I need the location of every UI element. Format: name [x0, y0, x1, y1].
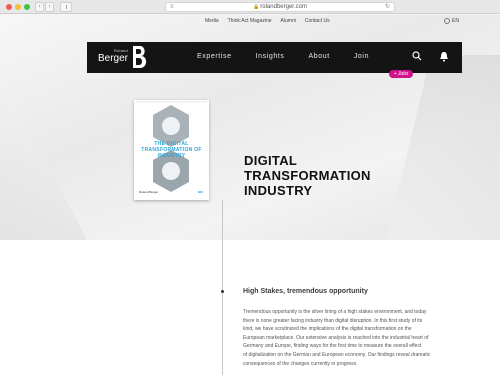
utility-link-contact[interactable]: Contact Us	[305, 18, 330, 24]
nav-insights[interactable]: Insights	[256, 53, 285, 60]
language-label: EN	[452, 18, 459, 24]
address-bar[interactable]: ≡ 🔒rolandberger.com ↻	[165, 2, 395, 12]
utility-link-media[interactable]: Media	[205, 18, 219, 24]
title-line-1: DIGITAL	[244, 153, 298, 168]
search-icon[interactable]	[412, 51, 422, 61]
utility-link-alumni[interactable]: Alumni	[281, 18, 296, 24]
logo-last-name[interactable]: Berger	[98, 53, 128, 64]
title-line-3: INDUSTRY	[244, 183, 313, 198]
page-title: DIGITAL TRANSFORMATION INDUSTRY	[244, 153, 371, 198]
url-text: rolandberger.com	[260, 4, 307, 10]
jobs-tag[interactable]: + Jobs	[389, 70, 413, 78]
body-line: there is none greater facing industry th…	[243, 317, 423, 324]
body-line: Tremendous opportunity is the silver lin…	[243, 309, 427, 315]
body-line: Germany and Europe, finding ways for the…	[243, 343, 422, 350]
primary-nav: Expertise Insights About Join	[197, 53, 369, 60]
nav-expertise[interactable]: Expertise	[197, 53, 232, 60]
body-line: consequences of the changes currently in…	[243, 360, 358, 367]
lock-icon: 🔒	[253, 4, 260, 10]
roland-berger-b-logo-icon[interactable]	[131, 45, 149, 69]
timeline-divider	[222, 200, 223, 375]
close-window-button[interactable]	[6, 4, 12, 10]
body-line: of digitalization on the German and Euro…	[243, 351, 431, 358]
utility-link-magazine[interactable]: Think:Act Magazine	[228, 18, 272, 24]
forward-button[interactable]: ›	[45, 2, 54, 12]
globe-icon	[444, 18, 450, 24]
cover-partner-logo: BDI	[197, 190, 203, 194]
nav-about[interactable]: About	[309, 53, 330, 60]
bell-icon[interactable]	[439, 51, 449, 62]
cover-publisher: Roland Berger	[139, 190, 159, 194]
section-heading: High Stakes, tremendous opportunity	[243, 288, 368, 295]
sidebar-toggle-button[interactable]	[60, 2, 72, 12]
nav-join[interactable]: Join	[354, 53, 369, 60]
minimize-window-button[interactable]	[15, 4, 21, 10]
body-line: kind, we have scrutinized the implicatio…	[243, 326, 412, 333]
webpage: Media Think:Act Magazine Alumni Contact …	[0, 15, 500, 375]
zoom-window-button[interactable]	[24, 4, 30, 10]
study-cover-image[interactable]: THE DIGITAL TRANSFORMATION OF INDUSTRY R…	[134, 100, 209, 200]
article-body: Tremendous opportunity is the silver lin…	[243, 308, 473, 368]
reload-icon[interactable]: ↻	[385, 3, 390, 12]
language-selector[interactable]: EN	[444, 18, 459, 24]
back-button[interactable]: ‹	[35, 2, 44, 12]
body-line: European marketplace. Our extensive anal…	[243, 334, 429, 341]
utility-nav: Media Think:Act Magazine Alumni Contact …	[205, 18, 330, 24]
reader-menu-icon[interactable]: ≡	[170, 3, 174, 12]
title-line-2: TRANSFORMATION	[244, 168, 371, 183]
timeline-dot	[221, 290, 224, 293]
main-navigation-bar: Roland Berger Expertise Insights About J…	[87, 42, 462, 73]
browser-toolbar: ‹ › ≡ 🔒rolandberger.com ↻	[0, 0, 500, 14]
cover-title: THE DIGITAL TRANSFORMATION OF INDUSTRY	[141, 141, 202, 159]
